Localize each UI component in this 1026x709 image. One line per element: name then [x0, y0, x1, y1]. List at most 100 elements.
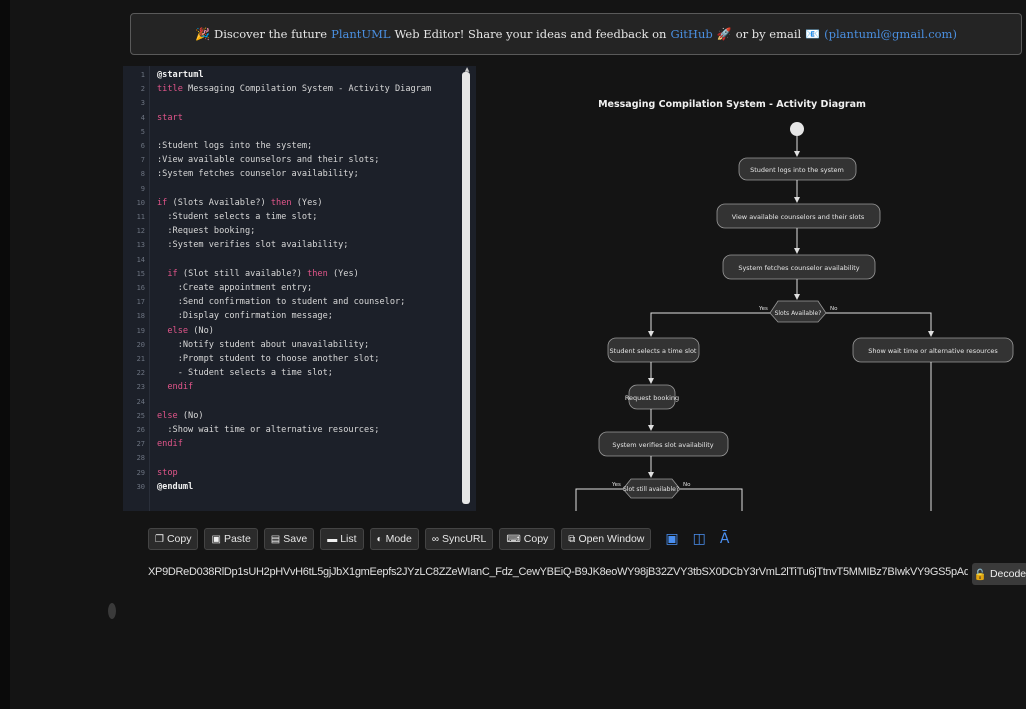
paste-button[interactable]: ▣ Paste [204, 528, 258, 550]
keyboard-icon: ⌨ [506, 533, 521, 545]
line-number: 14 [136, 255, 145, 264]
code-line: if (Slot still available?) then (Yes) [167, 268, 359, 279]
paste-button-label: Paste [223, 533, 251, 545]
syncurl-button[interactable]: ∞ SyncURL [424, 528, 494, 550]
code-line: endif [157, 439, 183, 450]
party-popper-icon: 🎉 [195, 27, 210, 41]
open-window-button-label: Open Window [578, 533, 645, 545]
external-window-icon: ⧉ [568, 533, 576, 545]
copy-icon: ❐ [155, 533, 164, 545]
code-line: if (Slots Available?) then (Yes) [157, 197, 323, 208]
list-button[interactable]: ▬ List [320, 528, 364, 550]
code-line: :Student logs into the system; [157, 141, 313, 151]
mode-button-label: Mode [385, 533, 412, 545]
code-line: endif [167, 382, 194, 393]
line-number-gutter: 1 2 3 4 5 6 7 8 9 10 11 12 13 14 15 16 17 18 19 20 21 22 23 24 2… [123, 66, 150, 511]
copy-button[interactable]: ❐ Copy [148, 528, 199, 550]
folder-icon: ▬ [327, 533, 338, 545]
code-line: title Messaging Compilation System - Act… [157, 84, 432, 95]
line-number: 29 [136, 468, 145, 477]
save-button-label: Save [283, 533, 308, 545]
line-number: 4 [140, 113, 145, 122]
code-line: :Send confirmation to student and counse… [157, 297, 406, 308]
line-number: 10 [136, 198, 145, 207]
save-button[interactable]: ▤ Save [263, 528, 315, 550]
code-line: :System verifies slot availability; [157, 240, 349, 251]
loading-indicator [108, 603, 116, 619]
edge [826, 312, 934, 337]
code-line: start [157, 112, 183, 123]
rocket-icon: 🚀 [716, 27, 732, 41]
link-icon: ∞ [431, 533, 439, 545]
editor-toolbar: ❐ Copy ▣ Paste ▤ Save ▬ List ◐ Mode ∞ SyncURL … [148, 527, 729, 551]
banner-text-1: Discover the future [214, 27, 328, 41]
decision-slot-still-available-label: Slot still available? [623, 486, 679, 493]
line-number: 25 [136, 411, 145, 420]
line-number: 23 [136, 383, 145, 392]
editor-scrollbar-thumb[interactable] [462, 72, 470, 504]
line-number: 5 [140, 127, 145, 136]
decision2-yes-label: Yes [611, 482, 621, 488]
code-line: :View available counselors and their slo… [157, 155, 380, 166]
plantuml-link[interactable]: PlantUML [331, 27, 390, 41]
code-editor[interactable]: 1 2 3 4 5 6 7 8 9 10 11 12 13 14 15 16 17 18 19 20 21 22 23 24 2… [123, 66, 476, 511]
github-link[interactable]: GitHub [670, 27, 712, 41]
list-button-label: List [340, 533, 357, 545]
unlock-icon: 🔓 [973, 568, 987, 581]
start-node [790, 122, 804, 136]
ascii-export-icon[interactable]: Ā [720, 531, 730, 547]
line-number: 22 [136, 369, 145, 378]
code-line: else (No) [157, 410, 204, 421]
scroll-up-arrow-icon[interactable]: ▲ [462, 66, 472, 73]
save-icon: ▤ [270, 533, 281, 545]
banner-text-3: or by email [735, 27, 802, 41]
code-line: :System fetches counselor availability; [157, 169, 359, 180]
code-line: :Display confirmation message; [157, 311, 333, 322]
line-number: 8 [140, 170, 145, 179]
line-number: 30 [136, 482, 145, 491]
line-number: 13 [136, 241, 145, 250]
line-number: 6 [140, 142, 145, 150]
code-line: :Request booking; [157, 226, 256, 237]
code-line: :Prompt student to choose another slot; [157, 354, 380, 364]
encoded-url-bar: XP9DReD038RlDp1sUH2pHVvH6tL5gjJbX1gmEepf… [142, 561, 1026, 587]
node-view-counselors-label: View available counselors and their slot… [732, 213, 865, 221]
node-request-booking-label: Request booking [625, 394, 679, 402]
svg-export-icon[interactable]: ◫ [693, 531, 706, 547]
encoded-diagram-text[interactable]: XP9DReD038RlDp1sUH2pHVvH6tL5gjJbX1gmEepf… [148, 566, 968, 578]
code-line: :Student selects a time slot; [157, 212, 318, 222]
node-student-selects-label: Student selects a time slot [610, 347, 697, 355]
node-show-wait-time-label: Show wait time or alternative resources [868, 347, 998, 355]
diagram-title: Messaging Compilation System - Activity … [598, 99, 866, 110]
copy-url-button[interactable]: ⌨ Copy [499, 528, 556, 550]
open-window-button[interactable]: ⧉ Open Window [561, 528, 652, 550]
copy-url-button-label: Copy [523, 533, 549, 545]
editor-scrollbar[interactable]: ▲ [459, 66, 476, 511]
contrast-icon: ◐ [376, 533, 383, 545]
mail-icon: 📧 [805, 27, 821, 41]
code-line: :Create appointment entry; [157, 283, 313, 293]
node-system-verifies-label: System verifies slot availability [612, 441, 713, 449]
line-number: 19 [136, 326, 145, 335]
edge [680, 488, 743, 511]
line-number: 9 [140, 184, 145, 193]
paste-icon: ▣ [211, 533, 221, 545]
announcement-banner: 🎉 Discover the future PlantUML Web Edito… [130, 13, 1022, 55]
copy-button-label: Copy [166, 533, 192, 545]
decision-no-label: No [830, 306, 838, 312]
line-number: 12 [136, 227, 145, 236]
edge [575, 488, 623, 511]
image-export-icon[interactable]: ▣ [665, 531, 678, 547]
decision-yes-label: Yes [758, 306, 768, 312]
email-link[interactable]: (plantuml@gmail.com) [824, 27, 957, 41]
decode-button-label: Decode [989, 568, 1026, 580]
line-number: 7 [140, 156, 145, 165]
code-line: :Notify student about unavailability; [157, 339, 370, 350]
decision2-no-label: No [683, 482, 691, 488]
decode-button[interactable]: 🔓 Decode [972, 563, 1026, 585]
line-number: 11 [136, 213, 145, 221]
mode-button[interactable]: ◐ Mode [369, 528, 419, 550]
syncurl-button-label: SyncURL [441, 533, 487, 545]
left-gutter [0, 0, 10, 709]
code-line: else (No) [167, 325, 214, 336]
